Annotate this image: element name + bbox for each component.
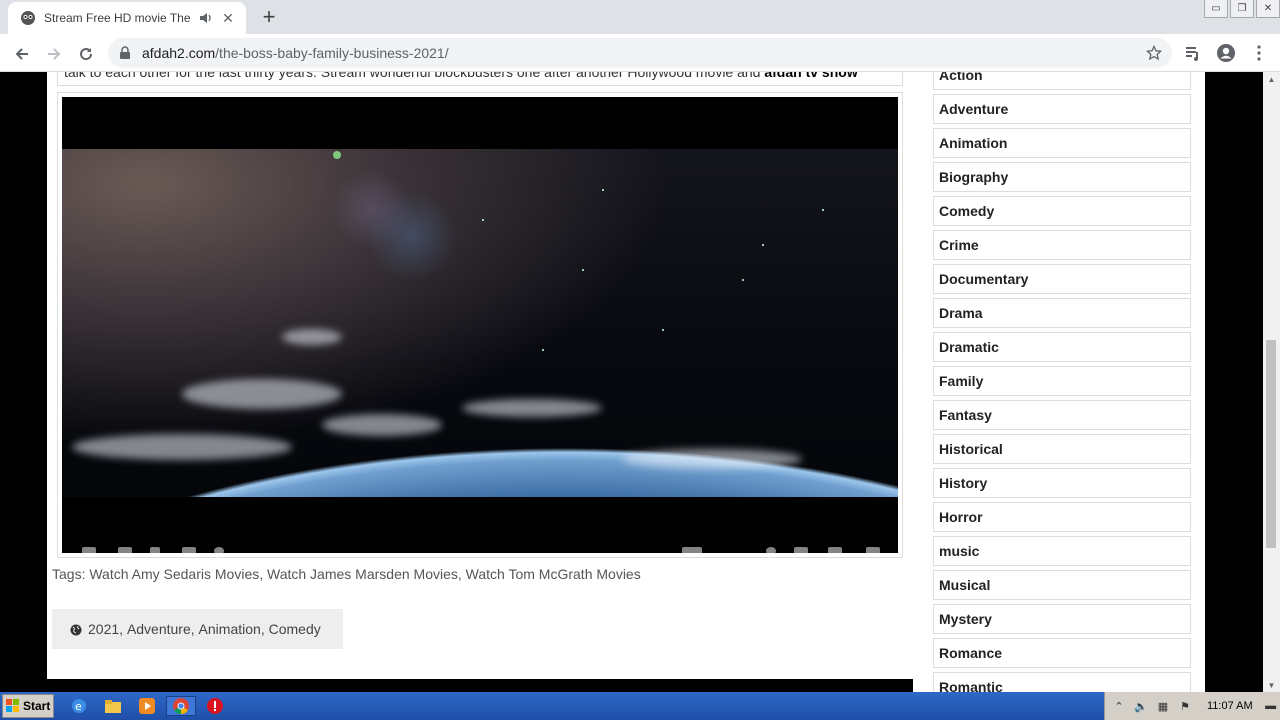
forward-icon[interactable] — [42, 42, 66, 66]
browser-tab[interactable]: Stream Free HD movie The Boss Baby ✕ — [8, 2, 246, 34]
globe-icon — [70, 623, 82, 636]
tab-title: Stream Free HD movie The Boss Baby — [44, 11, 194, 25]
genre-link-comedy[interactable]: Comedy — [933, 196, 1191, 226]
scroll-up-icon[interactable]: ▲ — [1263, 72, 1280, 86]
scroll-thumb[interactable] — [1266, 340, 1276, 548]
pip-icon[interactable] — [828, 547, 842, 553]
reload-icon[interactable] — [74, 42, 98, 66]
genre-link-fantasy[interactable]: Fantasy — [933, 400, 1191, 430]
genre-link-historical[interactable]: Historical — [933, 434, 1191, 464]
volume-tray-icon[interactable]: 🔈 — [1133, 698, 1149, 714]
tray-expand-icon[interactable]: ⌃ — [1111, 698, 1127, 714]
genre-link-musical[interactable]: Musical — [933, 570, 1191, 600]
page-viewport: talk to each other for the last thirty y… — [0, 72, 1280, 692]
audio-playing-icon[interactable] — [198, 10, 214, 26]
genre-link-crime[interactable]: Crime — [933, 230, 1191, 260]
description-text: talk to each other for the last thirty y… — [64, 72, 761, 80]
fast-forward-icon[interactable] — [182, 547, 196, 553]
player-controls — [62, 541, 898, 553]
svg-text:e: e — [75, 700, 82, 713]
tags-label: Tags: — [52, 566, 86, 582]
replay-icon[interactable] — [82, 547, 96, 553]
menu-kebab-icon[interactable] — [1248, 42, 1270, 64]
media-player-icon[interactable] — [136, 696, 158, 716]
window-controls: ▭ ❐ ✕ — [1202, 0, 1280, 18]
pause-icon[interactable] — [150, 547, 160, 553]
bookmark-star-icon[interactable] — [1145, 44, 1163, 61]
video-player-frame — [57, 92, 903, 558]
captions-icon[interactable] — [766, 547, 776, 553]
tag-link[interactable]: Watch Tom McGrath Movies — [466, 566, 641, 582]
start-button[interactable]: Start — [2, 694, 54, 718]
chrome-taskbar-icon[interactable] — [166, 696, 196, 716]
network-tray-icon[interactable]: ▦ — [1155, 698, 1171, 714]
description-bold[interactable]: afdah tv show — [764, 72, 857, 80]
close-window-button[interactable]: ✕ — [1256, 0, 1280, 18]
flag-tray-icon[interactable]: ⚑ — [1177, 698, 1193, 714]
minimize-button[interactable]: ▭ — [1204, 0, 1228, 18]
tab-close-icon[interactable]: ✕ — [220, 10, 236, 26]
url-host: afdah2.com — [142, 45, 216, 61]
site-favicon-icon — [20, 10, 36, 26]
genre-link-mystery[interactable]: Mystery — [933, 604, 1191, 634]
media-control-icon[interactable] — [1182, 42, 1204, 64]
show-desktop-icon[interactable]: ▬ — [1263, 698, 1279, 714]
ie-icon[interactable]: e — [68, 696, 90, 716]
category-link[interactable]: Animation — [199, 621, 261, 637]
genre-link-music[interactable]: music — [933, 536, 1191, 566]
genre-link-animation[interactable]: Animation — [933, 128, 1191, 158]
genre-link-history[interactable]: History — [933, 468, 1191, 498]
genre-link-biography[interactable]: Biography — [933, 162, 1191, 192]
rewind-icon[interactable] — [118, 547, 132, 553]
volume-icon[interactable] — [682, 547, 702, 553]
windows-taskbar: Start e ⌃ 🔈 ▦ ⚑ 11:07 AM ▬ — [0, 692, 1280, 720]
lock-icon[interactable] — [118, 46, 132, 60]
anyrun-watermark: ANY RUN — [1038, 684, 1245, 692]
system-tray: ⌃ 🔈 ▦ ⚑ 11:07 AM ▬ — [1104, 692, 1280, 720]
video-player[interactable] — [62, 97, 898, 553]
genre-link-drama[interactable]: Drama — [933, 298, 1191, 328]
page-scrollbar[interactable]: ▲ ▼ — [1263, 72, 1280, 692]
profile-avatar-icon[interactable] — [1215, 42, 1237, 64]
restore-button[interactable]: ❐ — [1230, 0, 1254, 18]
category-link[interactable]: Comedy — [269, 621, 321, 637]
genre-link-action[interactable]: Action — [933, 72, 1191, 90]
genre-link-dramatic[interactable]: Dramatic — [933, 332, 1191, 362]
tab-strip: Stream Free HD movie The Boss Baby ✕ + ▭… — [0, 0, 1280, 34]
stop-app-icon[interactable] — [204, 696, 226, 716]
progress-handle-icon[interactable] — [214, 547, 224, 553]
genre-sidebar: Action Adventure Animation Biography Com… — [913, 72, 1205, 692]
genre-link-romance[interactable]: Romance — [933, 638, 1191, 668]
fullscreen-icon[interactable] — [866, 547, 880, 553]
start-label: Start — [23, 699, 51, 713]
genre-link-family[interactable]: Family — [933, 366, 1191, 396]
new-tab-button[interactable]: + — [258, 4, 280, 29]
category-link[interactable]: Adventure — [127, 621, 191, 637]
category-link[interactable]: 2021 — [88, 621, 119, 637]
folder-icon[interactable] — [102, 696, 124, 716]
back-icon[interactable] — [10, 42, 34, 66]
main-content: talk to each other for the last thirty y… — [47, 72, 913, 679]
description-box: talk to each other for the last thirty y… — [57, 72, 903, 86]
genre-link-horror[interactable]: Horror — [933, 502, 1191, 532]
genre-link-documentary[interactable]: Documentary — [933, 264, 1191, 294]
taskbar-clock[interactable]: 11:07 AM — [1207, 700, 1253, 712]
settings-gear-icon[interactable] — [794, 547, 808, 553]
video-frame[interactable] — [62, 149, 898, 497]
tag-link[interactable]: Watch James Marsden Movies — [267, 566, 458, 582]
categories-box: 2021, Adventure, Animation, Comedy — [52, 609, 343, 649]
browser-toolbar: afdah2.com/the-boss-baby-family-business… — [0, 34, 1280, 72]
tags-line: Tags: Watch Amy Sedaris Movies, Watch Ja… — [52, 566, 641, 582]
genre-link-adventure[interactable]: Adventure — [933, 94, 1191, 124]
url-path: /the-boss-baby-family-business-2021/ — [215, 45, 449, 61]
address-bar[interactable]: afdah2.com/the-boss-baby-family-business… — [108, 38, 1172, 68]
windows-flag-icon — [6, 699, 20, 713]
tag-link[interactable]: Watch Amy Sedaris Movies — [89, 566, 259, 582]
scroll-down-icon[interactable]: ▼ — [1263, 678, 1280, 692]
